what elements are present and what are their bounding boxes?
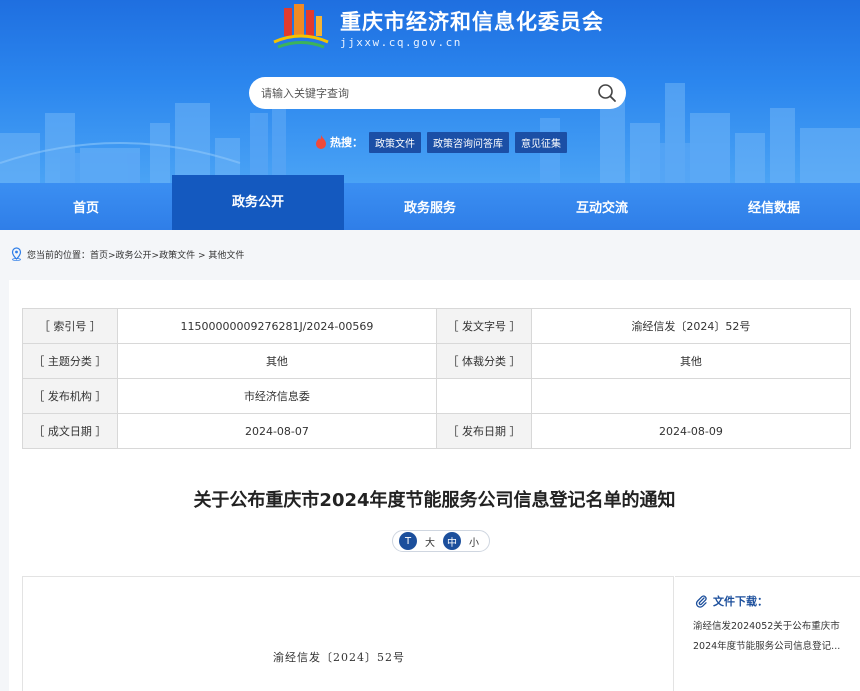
- meta-value: 其他: [116, 343, 438, 379]
- meta-key: ［ 发布机构 ］: [22, 378, 118, 414]
- table-row: ［ 发布机构 ］ 市经济信息委: [22, 378, 852, 414]
- document-number: 渝经信发〔2024〕52号: [273, 651, 405, 664]
- site-title: 重庆市经济和信息化委员会: [340, 10, 604, 34]
- nav-item-government-services[interactable]: 政务服务: [344, 183, 516, 230]
- search-box: [249, 77, 626, 109]
- nav-item-government-affairs[interactable]: 政务公开: [172, 175, 344, 230]
- paperclip-icon: [695, 594, 707, 608]
- table-row: ［ 主题分类 ］ 其他 ［ 体裁分类 ］ 其他: [22, 343, 852, 379]
- file-download-link[interactable]: 渝经信发2024052关于公布重庆市 2024年度节能服务公司信息登记...: [693, 617, 851, 657]
- font-size-reset-button[interactable]: T: [399, 532, 417, 550]
- meta-value: [530, 378, 852, 414]
- search-input[interactable]: [261, 83, 581, 103]
- font-size-large-button[interactable]: 大: [421, 532, 439, 550]
- hot-tag-policy-files[interactable]: 政策文件: [369, 131, 421, 153]
- hot-search-label: 热搜：: [330, 136, 363, 149]
- font-size-switcher: T 大 中 小: [392, 530, 490, 552]
- location-pin-icon: [11, 247, 22, 261]
- meta-key: ［ 发布日期 ］: [436, 413, 532, 449]
- site-url: jjxxw.cq.gov.cn: [340, 36, 462, 49]
- article-body: 渝经信发〔2024〕52号: [22, 576, 674, 691]
- meta-value: 2024-08-09: [530, 413, 852, 449]
- meta-value: 其他: [530, 343, 852, 379]
- meta-key: ［ 成文日期 ］: [22, 413, 118, 449]
- nav-item-interaction[interactable]: 互动交流: [516, 183, 688, 230]
- nav-item-data[interactable]: 经信数据: [688, 183, 860, 230]
- file-download-panel: 文件下载： 渝经信发2024052关于公布重庆市 2024年度节能服务公司信息登…: [675, 576, 860, 691]
- nav-item-home[interactable]: 首页: [0, 183, 172, 230]
- article-title: 关于公布重庆市2024年度节能服务公司信息登记名单的通知: [193, 490, 676, 511]
- site-logo-icon: [273, 4, 329, 49]
- content-card: ［ 索引号 ］ 11500000009276281J/2024-00569 ［ …: [9, 280, 860, 691]
- search-icon[interactable]: [596, 82, 618, 104]
- file-download-heading: 文件下载：: [695, 593, 768, 609]
- hot-search: 热搜： 政策文件 政策咨询问答库 意见征集: [315, 131, 573, 153]
- meta-key: [436, 378, 532, 414]
- table-row: ［ 索引号 ］ 11500000009276281J/2024-00569 ［ …: [22, 308, 852, 344]
- meta-value: 2024-08-07: [116, 413, 438, 449]
- meta-key: ［ 主题分类 ］: [22, 343, 118, 379]
- breadcrumb-path[interactable]: 首页>政务公开>政策文件 > 其他文件: [90, 248, 244, 261]
- header-banner: 重庆市经济和信息化委员会 jjxxw.cq.gov.cn 热搜： 政策文件 政策…: [0, 0, 860, 183]
- breadcrumb-prefix: 您当前的位置：: [27, 250, 91, 261]
- document-meta-table: ［ 索引号 ］ 11500000009276281J/2024-00569 ［ …: [22, 308, 852, 449]
- breadcrumb: 您当前的位置： 首页>政务公开>政策文件 > 其他文件: [10, 247, 244, 261]
- main-nav: 首页 政务公开 政务服务 互动交流 经信数据: [0, 175, 860, 230]
- meta-value: 渝经信发〔2024〕52号: [530, 308, 852, 344]
- font-size-medium-button[interactable]: 中: [443, 532, 461, 550]
- meta-value: 11500000009276281J/2024-00569: [116, 308, 438, 344]
- hot-tag-opinion-collection[interactable]: 意见征集: [515, 131, 567, 153]
- meta-key: ［ 体裁分类 ］: [436, 343, 532, 379]
- font-size-small-button[interactable]: 小: [465, 532, 483, 550]
- meta-key: ［ 发文字号 ］: [436, 308, 532, 344]
- city-skyline-illustration: [0, 83, 860, 183]
- hot-tag-policy-qa[interactable]: 政策咨询问答库: [427, 131, 509, 153]
- fire-icon: [316, 135, 326, 149]
- table-row: ［ 成文日期 ］ 2024-08-07 ［ 发布日期 ］ 2024-08-09: [22, 413, 852, 449]
- meta-key: ［ 索引号 ］: [22, 308, 118, 344]
- meta-value: 市经济信息委: [116, 378, 438, 414]
